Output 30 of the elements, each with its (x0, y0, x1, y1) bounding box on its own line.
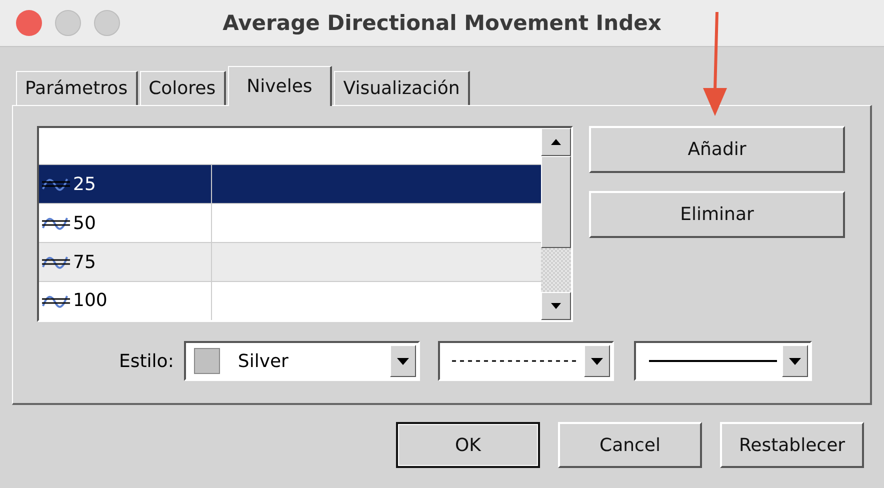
down-arrow-icon[interactable] (550, 302, 562, 310)
style-label: Estilo: (119, 350, 174, 372)
window-title: Average Directional Movement Index (222, 11, 662, 35)
dialog-button[interactable]: Cancel (558, 422, 702, 468)
close-button[interactable] (16, 10, 42, 36)
level-value: 100 (73, 290, 108, 312)
panel-button[interactable]: Añadir (589, 126, 845, 173)
tab[interactable]: Parámetros (16, 71, 138, 105)
tab[interactable]: Visualización (334, 71, 470, 105)
scrollbar[interactable] (541, 128, 571, 320)
dropdown-arrow-icon[interactable] (788, 358, 801, 364)
dropdown-arrow-icon[interactable] (396, 358, 409, 364)
level-value: 50 (73, 212, 96, 234)
dialog-button[interactable]: Restablecer (720, 422, 864, 468)
line-style-dropdown[interactable] (438, 341, 614, 381)
tab[interactable]: Colores (140, 71, 226, 105)
tab[interactable]: Niveles (228, 66, 332, 106)
line-style-dropdown[interactable] (634, 341, 812, 381)
level-value: 25 (73, 174, 96, 195)
up-arrow-icon[interactable] (550, 138, 562, 146)
dialog-button[interactable]: OK (396, 422, 540, 468)
color-dropdown[interactable]: Silver (184, 341, 420, 381)
level-row[interactable]: 100 (39, 281, 541, 320)
color-name: Silver (238, 350, 290, 372)
level-value: 75 (73, 252, 96, 272)
level-row[interactable]: 50 (39, 203, 541, 242)
dropdown-arrow-icon[interactable] (590, 358, 603, 364)
panel-button[interactable]: Eliminar (589, 191, 845, 238)
level-row[interactable]: 75 (39, 242, 541, 281)
level-row[interactable]: 25 (39, 164, 541, 204)
